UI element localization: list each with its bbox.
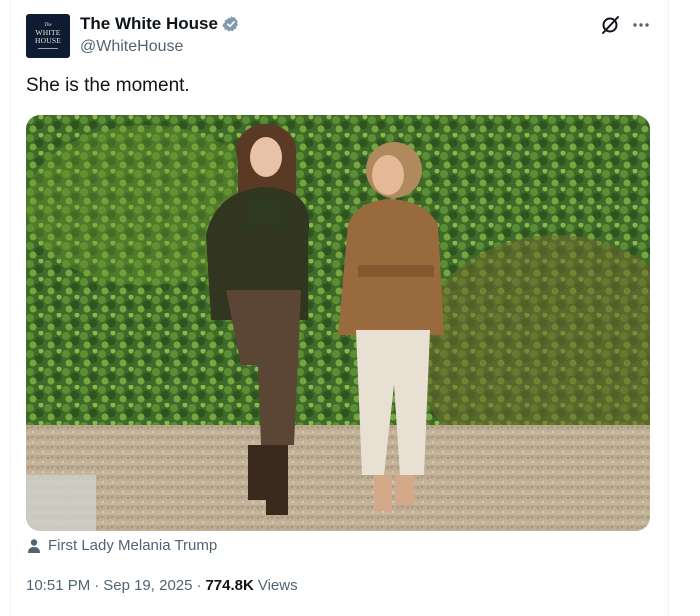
post-meta: 10:51 PM · Sep 19, 2025 · 774.8K Views <box>26 577 298 594</box>
verified-icon[interactable] <box>222 15 240 33</box>
avatar[interactable]: The WHITE HOUSE <box>26 14 70 58</box>
grok-icon[interactable] <box>600 14 622 36</box>
author-display-name[interactable]: The White House <box>80 14 218 34</box>
avatar-text-line3: HOUSE <box>34 36 61 45</box>
avatar-rule <box>38 48 58 49</box>
card-border-right <box>668 0 669 616</box>
media-tag-label: First Lady Melania Trump <box>48 537 218 554</box>
views-label: Views <box>257 577 298 594</box>
gravel-path <box>26 425 650 531</box>
card-border-left <box>10 0 11 616</box>
author-handle[interactable]: @WhiteHouse <box>80 38 183 56</box>
post-date[interactable]: Sep 19, 2025 <box>103 577 192 594</box>
media-tag[interactable]: First Lady Melania Trump <box>26 537 217 554</box>
post-text: She is the moment. <box>26 75 190 96</box>
views-count: 774.8K <box>205 577 254 594</box>
meta-separator-2: · <box>196 577 202 594</box>
meta-separator: · <box>94 577 100 594</box>
author-name-row: The White House <box>80 14 240 34</box>
more-icon[interactable] <box>630 14 652 36</box>
post-card: The WHITE HOUSE The White House @WhiteHo… <box>0 0 700 616</box>
post-time[interactable]: 10:51 PM <box>26 577 90 594</box>
person-icon <box>28 538 40 553</box>
post-media-photo[interactable] <box>26 115 650 531</box>
